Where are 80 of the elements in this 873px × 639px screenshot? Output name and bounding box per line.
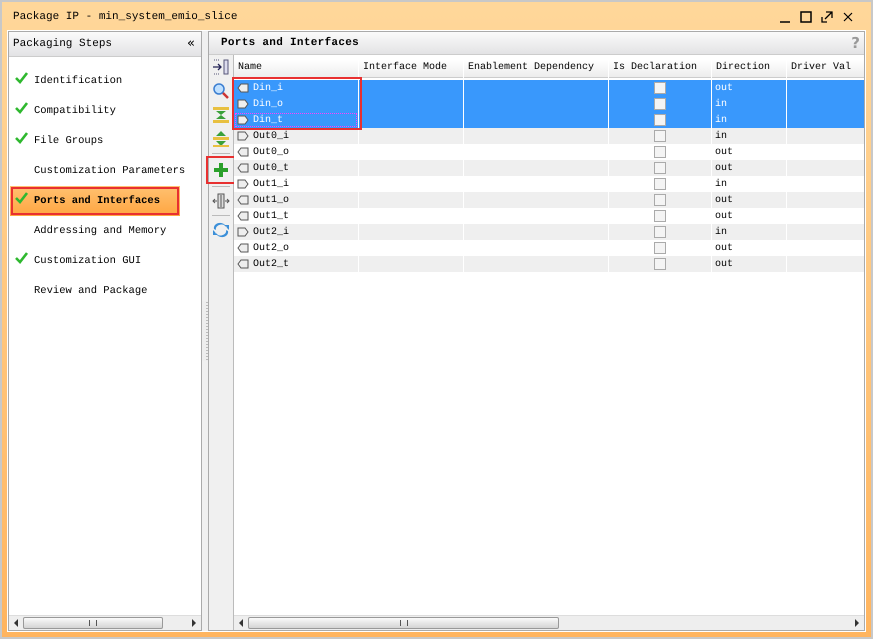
column-header[interactable]: Direction	[712, 59, 786, 78]
port-icon	[237, 163, 249, 173]
table-cell[interactable]: Out2_i	[234, 224, 358, 240]
scroll-thumb[interactable]	[23, 617, 163, 629]
port-icon	[237, 179, 249, 189]
column-resize-icon[interactable]	[210, 191, 232, 211]
scroll-right-icon[interactable]	[855, 619, 859, 627]
collapse-all-icon[interactable]	[210, 129, 232, 149]
table-cell: in	[712, 224, 786, 240]
checkbox[interactable]	[654, 258, 666, 270]
step-item[interactable]: Addressing and Memory	[10, 216, 200, 246]
collapse-button[interactable]: «	[185, 38, 197, 50]
close-icon[interactable]	[842, 11, 854, 23]
refresh-icon[interactable]	[210, 220, 232, 240]
step-item[interactable]: Customization GUI	[10, 246, 200, 276]
step-item[interactable]: Review and Package	[10, 276, 200, 306]
port-name: Out0_t	[253, 162, 290, 174]
port-name: Out2_o	[253, 242, 290, 254]
port-name: Out1_t	[253, 210, 290, 222]
step-item[interactable]: Customization Parameters	[10, 156, 200, 186]
checkbox[interactable]	[654, 98, 666, 110]
port-name: Out1_o	[253, 194, 290, 206]
step-item[interactable]: Compatibility	[10, 96, 200, 126]
table-cell: in	[712, 112, 786, 128]
expand-all-icon[interactable]	[210, 105, 232, 125]
port-icon	[237, 227, 249, 237]
column-header[interactable]: Is Declaration	[609, 59, 711, 78]
checkbox[interactable]	[654, 146, 666, 158]
scroll-thumb[interactable]	[248, 617, 559, 629]
port-name: Din_o	[253, 98, 284, 110]
column-header[interactable]: Driver Val	[787, 59, 864, 78]
checkbox[interactable]	[654, 162, 666, 174]
panel-title: Ports and Interfaces	[220, 37, 360, 49]
port-icon	[237, 115, 249, 125]
panel-title: Packaging Steps	[13, 38, 112, 50]
maximize-icon[interactable]	[800, 11, 812, 23]
plus-icon[interactable]	[208, 158, 234, 182]
port-name: Din_i	[253, 82, 284, 94]
table-cell: in	[712, 128, 786, 144]
table-cell: out	[712, 256, 786, 272]
scroll-right-icon[interactable]	[192, 619, 196, 627]
checkbox[interactable]	[654, 130, 666, 142]
restore-icon[interactable]	[821, 11, 833, 23]
table-cell: in	[712, 96, 786, 112]
table-cell: out	[712, 160, 786, 176]
step-item[interactable]: File Groups	[10, 126, 200, 156]
column-header[interactable]: Name	[234, 59, 358, 78]
checkbox[interactable]	[654, 114, 666, 126]
table-cell[interactable]: Out2_t	[234, 256, 358, 272]
column-header[interactable]: Interface Mode	[359, 59, 463, 78]
port-name: Out2_i	[253, 226, 290, 238]
port-icon	[237, 243, 249, 253]
port-icon	[237, 211, 249, 221]
scroll-left-icon[interactable]	[14, 619, 18, 627]
table-cell: out	[712, 192, 786, 208]
checkbox[interactable]	[654, 82, 666, 94]
port-icon	[237, 259, 249, 269]
step-item[interactable]: Ports and Interfaces	[10, 186, 180, 216]
scroll-left-icon[interactable]	[239, 619, 243, 627]
table-cell: out	[712, 80, 786, 96]
checkbox[interactable]	[654, 226, 666, 238]
checkbox[interactable]	[654, 194, 666, 206]
port-icon	[237, 131, 249, 141]
port-icon	[237, 83, 249, 93]
port-name: Out2_t	[253, 258, 290, 270]
port-name: Out0_o	[253, 146, 290, 158]
port-name: Out0_i	[253, 130, 290, 142]
port-name: Din_t	[253, 114, 284, 126]
window-title: Package IP - min_system_emio_slice	[13, 11, 238, 23]
port-icon	[237, 195, 249, 205]
port-name: Out1_i	[253, 178, 290, 190]
table-cell[interactable]: Out0_t	[234, 160, 358, 176]
step-item[interactable]: Identification	[10, 66, 200, 96]
checkbox[interactable]	[654, 242, 666, 254]
checkbox[interactable]	[654, 210, 666, 222]
port-icon	[237, 147, 249, 157]
column-header[interactable]: Enablement Dependency	[464, 59, 608, 78]
checkbox[interactable]	[654, 178, 666, 190]
table-cell[interactable]: Out1_o	[234, 192, 358, 208]
port-icon	[237, 99, 249, 109]
